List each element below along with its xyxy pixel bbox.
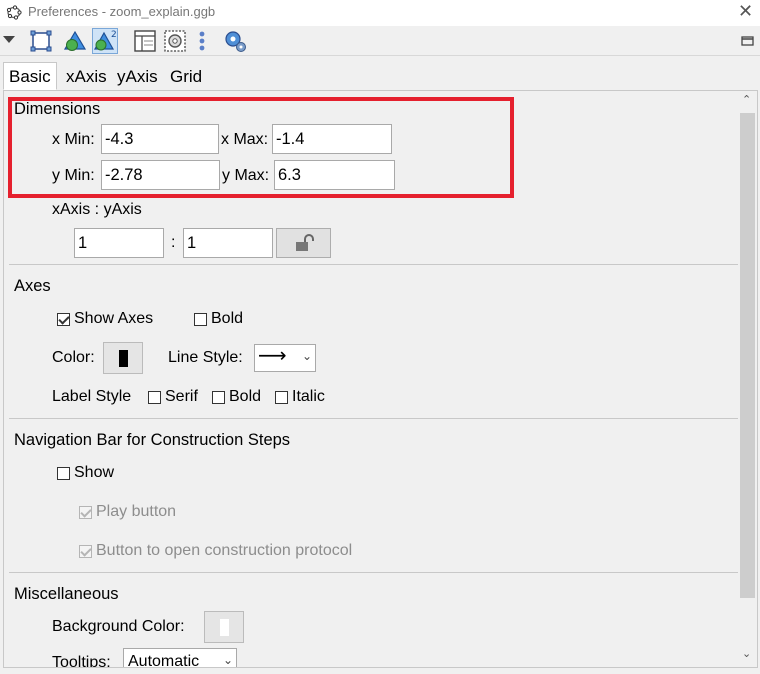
chevron-down-icon: ⌄ xyxy=(222,653,233,667)
axes-ratio-label: xAxis : yAxis xyxy=(52,201,142,218)
tooltips-value: Automatic xyxy=(128,653,200,668)
background-color-button[interactable] xyxy=(204,611,244,643)
navigation-show-checkbox[interactable] xyxy=(57,467,70,480)
tab-xaxis[interactable]: xAxis xyxy=(60,62,113,90)
navigation-heading: Navigation Bar for Construction Steps xyxy=(14,431,291,449)
play-button-label: Play button xyxy=(96,503,177,520)
miscellaneous-heading: Miscellaneous xyxy=(14,585,119,603)
lock-ratio-button[interactable] xyxy=(276,228,331,258)
toolbar: 2 xyxy=(0,26,760,56)
italic-label: Italic xyxy=(292,388,325,405)
scrollbar-thumb[interactable] xyxy=(740,113,755,598)
svg-text:2: 2 xyxy=(111,30,117,40)
layout-icon[interactable] xyxy=(132,28,158,54)
show-axes-checkbox[interactable] xyxy=(57,313,70,326)
ratio-separator: : xyxy=(171,234,176,251)
section-divider xyxy=(9,418,740,419)
ratio-y-input[interactable] xyxy=(183,228,273,258)
italic-checkbox[interactable] xyxy=(275,391,288,404)
protocol-button-label: Button to open construction protocol xyxy=(96,542,353,559)
scroll-up-icon[interactable]: ⌃ xyxy=(742,93,751,106)
window-title: Preferences - zoom_explain.ggb xyxy=(28,4,216,19)
axes-heading: Axes xyxy=(14,277,51,295)
axes-color-swatch xyxy=(119,350,128,367)
more-options-icon[interactable] xyxy=(194,28,210,54)
restore-window-icon[interactable] xyxy=(738,28,758,54)
axes-color-button[interactable] xyxy=(103,342,143,374)
title-bar: Preferences - zoom_explain.ggb ✕ xyxy=(0,0,760,26)
background-color-swatch xyxy=(220,619,229,636)
graphics-2-icon[interactable]: 2 xyxy=(92,28,118,54)
axes-bold-label: Bold xyxy=(211,310,244,327)
line-style-label: Line Style: xyxy=(168,349,243,366)
tooltips-label: Tooltips: xyxy=(52,654,111,668)
section-divider xyxy=(9,264,740,265)
axes-color-label: Color: xyxy=(52,349,95,366)
scroll-down-icon[interactable]: ⌄ xyxy=(742,647,751,660)
navigation-show-label: Show xyxy=(74,464,115,481)
serif-label: Serif xyxy=(165,388,198,405)
label-bold-label: Bold xyxy=(229,388,262,405)
play-button-checkbox xyxy=(79,506,92,519)
section-divider xyxy=(9,572,740,573)
tab-grid[interactable]: Grid xyxy=(164,62,208,90)
tab-yaxis[interactable]: yAxis xyxy=(111,62,164,90)
tab-basic[interactable]: Basic xyxy=(3,62,57,90)
graphics-icon[interactable] xyxy=(62,28,88,54)
vertical-scrollbar[interactable]: ⌃ ⌄ xyxy=(738,91,757,667)
close-icon[interactable]: ✕ xyxy=(738,1,753,22)
tooltips-select[interactable]: Automatic ⌄ xyxy=(123,648,237,668)
protocol-button-checkbox xyxy=(79,545,92,558)
graphics-view-icon[interactable] xyxy=(28,28,54,54)
line-style-value: ⟶ xyxy=(258,345,287,367)
label-bold-checkbox[interactable] xyxy=(212,391,225,404)
line-style-select[interactable]: ⟶ ⌄ xyxy=(254,344,316,372)
show-axes-label: Show Axes xyxy=(74,310,154,327)
label-style-label: Label Style xyxy=(52,388,132,405)
menu-triangle-icon[interactable] xyxy=(0,28,18,54)
unlock-icon xyxy=(296,234,314,251)
defaults-icon[interactable] xyxy=(162,28,188,54)
background-color-label: Background Color: xyxy=(52,618,185,635)
dimensions-highlight xyxy=(8,97,514,198)
ratio-x-input[interactable] xyxy=(74,228,164,258)
advanced-settings-icon[interactable] xyxy=(222,28,248,54)
geogebra-app-icon xyxy=(6,5,22,20)
axes-bold-checkbox[interactable] xyxy=(194,313,207,326)
serif-checkbox[interactable] xyxy=(148,391,161,404)
chevron-down-icon: ⌄ xyxy=(301,349,312,363)
